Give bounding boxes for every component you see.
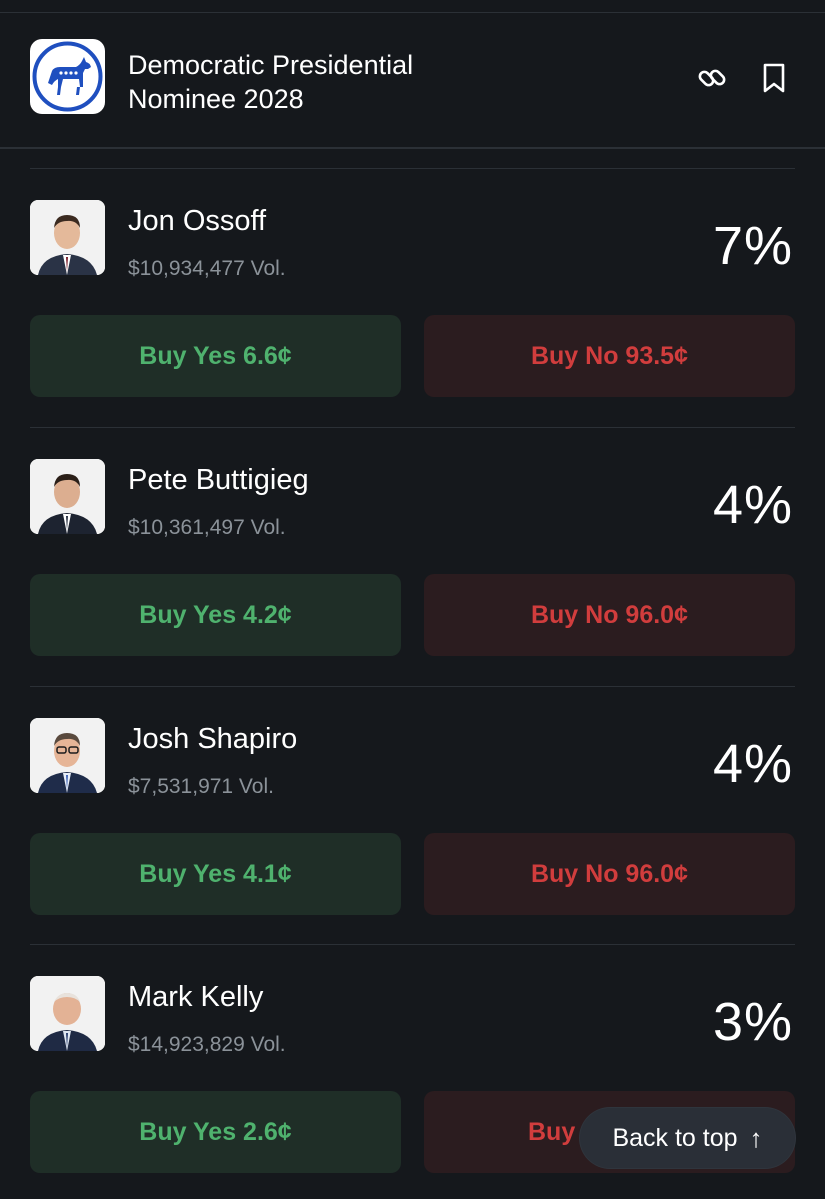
candidate-row: Josh Shapiro $7,531,971 Vol. 4% Buy Yes … [0,687,825,945]
candidate-volume: $14,923,829 Vol. [128,1033,286,1056]
candidate-name: Jon Ossoff [128,205,267,237]
market-title-line-1: Democratic Presidential [128,50,414,80]
header-divider [0,147,825,149]
candidate-avatar [30,976,105,1051]
candidate-row: Pete Buttigieg $10,361,497 Vol. 4% Buy Y… [0,428,825,686]
candidate-avatar [30,718,105,793]
buy-yes-button[interactable]: Buy Yes 4.2¢ [30,574,401,656]
candidate-percent: 4% [712,475,793,535]
candidate-percent: 3% [712,992,793,1052]
market-page: Democratic Presidential Nominee 2028 Jon… [0,0,825,1199]
candidate-name: Pete Buttigieg [128,464,309,496]
back-to-top-button[interactable]: Back to top ↑ [580,1108,795,1168]
back-to-top-label: Back to top [612,1123,738,1152]
buy-yes-button[interactable]: Buy Yes 4.1¢ [30,833,401,915]
buy-yes-button[interactable]: Buy Yes 2.6¢ [30,1091,401,1173]
candidate-avatar [30,200,105,275]
link-icon[interactable] [695,61,729,95]
candidate-volume: $10,361,497 Vol. [128,516,286,539]
candidate-percent: 4% [712,734,793,794]
arrow-up-icon: ↑ [749,1122,763,1153]
candidate-name: Josh Shapiro [128,723,298,755]
candidate-avatar [30,459,105,534]
market-header: Democratic Presidential Nominee 2028 [0,13,825,147]
buy-no-button[interactable]: Buy No 96.0¢ [424,833,795,915]
buy-no-button[interactable]: Buy No 96.0¢ [424,574,795,656]
candidate-name: Mark Kelly [128,981,264,1013]
bookmark-icon[interactable] [757,61,791,95]
buy-yes-button[interactable]: Buy Yes 6.6¢ [30,315,401,397]
buy-no-button[interactable]: Buy No 93.5¢ [424,315,795,397]
candidate-row: Jon Ossoff $10,934,477 Vol. 7% Buy Yes 6… [0,169,825,427]
candidate-volume: $10,934,477 Vol. [128,257,286,280]
market-title-line-2: Nominee 2028 [128,84,304,114]
candidate-volume: $7,531,971 Vol. [128,775,274,798]
candidate-percent: 7% [712,216,793,276]
market-title: Democratic Presidential Nominee 2028 [128,48,488,116]
democratic-donkey-logo-icon [30,39,105,114]
